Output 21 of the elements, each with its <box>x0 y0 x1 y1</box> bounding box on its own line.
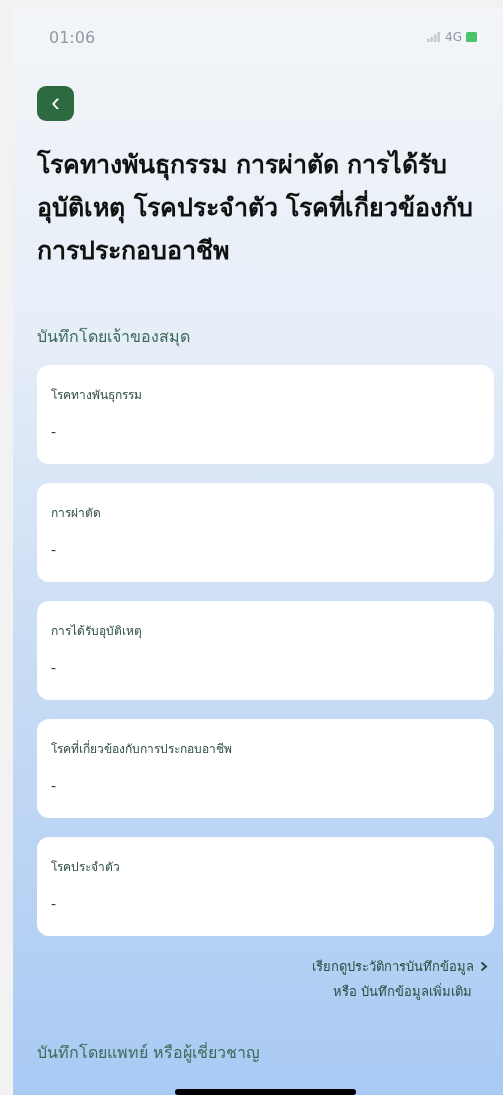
card-label: โรคประจำตัว <box>51 859 121 877</box>
card-label: โรคทางพันธุกรรม <box>51 387 143 405</box>
battery-icon <box>466 32 480 43</box>
signal-icon <box>427 32 442 43</box>
section-heading: บันทึกโดยแพทย์ หรือผู้เชี่ยวชาญ <box>37 1041 262 1065</box>
card-label: การผ่าตัด <box>51 505 102 523</box>
card-value: - <box>51 660 58 677</box>
section-heading: บันทึกโดยเจ้าของสมุด <box>37 326 191 349</box>
card-value: - <box>51 778 58 795</box>
page-title: โรคทางพันธุกรรม การผ่าตัด การได้รับอุบัติเหตุ โรคประจำตัว โรคที่เกี่ยวข้องกับการประกอบอาชีพ <box>37 148 475 268</box>
card-value: - <box>51 542 58 559</box>
status-time: 01:06 <box>49 27 96 47</box>
back-button[interactable]: ‹ <box>37 86 74 122</box>
card-value: - <box>51 424 58 441</box>
card-label: การได้รับอุบัติเหตุ <box>51 623 143 641</box>
add-record-link[interactable]: หรือ บันทึกข้อมูลเพิ่มเติม <box>332 981 472 1003</box>
card-label: โรคที่เกี่ยวข้องกับการประกอบอาชีพ <box>51 739 233 759</box>
history-link[interactable]: เรียกดูประวัติการบันทึกข้อมูล <box>312 956 488 978</box>
card-value: - <box>51 896 58 913</box>
network-label: 4G <box>445 30 462 45</box>
chevron-icon <box>480 961 488 973</box>
